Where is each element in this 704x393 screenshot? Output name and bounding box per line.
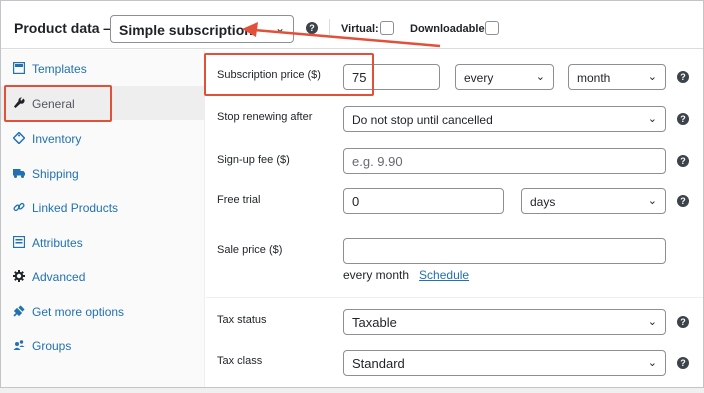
tab-label: Get more options	[32, 305, 125, 319]
tab-get-more-options[interactable]: Get more options	[1, 294, 205, 328]
tab-inventory[interactable]: Inventory	[1, 121, 205, 155]
chevron-down-icon: ⌄	[647, 195, 657, 207]
tax-class-select[interactable]: Standard ⌄	[343, 350, 666, 376]
sale-price-label: Sale price ($)	[217, 244, 283, 256]
section-divider	[206, 297, 703, 298]
tab-shipping[interactable]: Shipping	[1, 156, 205, 190]
tab-label: Advanced	[32, 270, 86, 284]
list-icon	[13, 236, 25, 248]
tax-class-label: Tax class	[217, 355, 263, 367]
billing-period-select[interactable]: month ⌄	[568, 64, 666, 90]
tab-attributes[interactable]: Attributes	[1, 225, 205, 259]
chevron-down-icon: ⌄	[535, 71, 545, 83]
panel-title: Product data —	[14, 20, 118, 36]
annotation-box-subscription-price	[204, 53, 374, 96]
tab-label: Linked Products	[32, 201, 119, 215]
help-icon[interactable]: ?	[677, 357, 689, 369]
chevron-down-icon: ⌄	[647, 316, 657, 328]
tax-status-value: Taxable	[352, 315, 397, 330]
chevron-down-icon: ⌄	[647, 113, 657, 125]
help-icon[interactable]: ?	[677, 316, 689, 328]
stop-renewing-label: Stop renewing after	[217, 111, 313, 123]
downloadable-checkbox[interactable]	[485, 21, 499, 35]
free-trial-period-select[interactable]: days ⌄	[521, 188, 666, 214]
product-type-value: Simple subscription	[119, 22, 253, 38]
help-icon[interactable]: ?	[677, 195, 689, 207]
sale-price-note: every month Schedule	[343, 268, 469, 282]
stop-renewing-select[interactable]: Do not stop until cancelled ⌄	[343, 106, 666, 132]
tab-label: Templates	[32, 62, 87, 76]
tag-icon	[13, 132, 25, 144]
tab-label: Inventory	[32, 132, 82, 146]
truck-icon	[13, 169, 25, 178]
chevron-down-icon: ⌄	[647, 71, 657, 83]
tab-advanced[interactable]: Advanced	[1, 259, 205, 293]
chevron-down-icon: ⌄	[647, 357, 657, 369]
template-icon	[13, 62, 25, 74]
schedule-link[interactable]: Schedule	[419, 268, 469, 282]
help-icon[interactable]: ?	[677, 71, 689, 83]
help-icon[interactable]: ?	[677, 155, 689, 167]
link-icon	[13, 202, 25, 212]
tab-linked-products[interactable]: Linked Products	[1, 190, 205, 224]
sale-price-period-text: every month	[343, 268, 410, 282]
tab-label: Groups	[32, 339, 72, 353]
billing-period-value: month	[577, 71, 611, 85]
signup-fee-placeholder: e.g. 9.90	[352, 154, 403, 169]
tab-templates[interactable]: Templates	[1, 51, 205, 85]
free-trial-value: 0	[352, 194, 360, 209]
tax-status-select[interactable]: Taxable ⌄	[343, 309, 666, 335]
tax-class-value: Standard	[352, 356, 405, 371]
tax-status-label: Tax status	[217, 314, 267, 326]
tab-label: Attributes	[32, 236, 83, 250]
billing-interval-value: every	[464, 71, 494, 85]
signup-fee-input[interactable]: e.g. 9.90	[343, 148, 666, 174]
sale-price-input[interactable]	[343, 238, 666, 264]
signup-fee-label: Sign-up fee ($)	[217, 154, 290, 166]
gear-icon	[13, 270, 25, 282]
annotation-arrow-icon	[242, 22, 441, 48]
tab-label: Shipping	[32, 167, 79, 181]
stop-renewing-value: Do not stop until cancelled	[352, 113, 493, 127]
billing-interval-select[interactable]: every ⌄	[455, 64, 554, 90]
free-trial-input[interactable]: 0	[343, 188, 504, 214]
groups-icon	[13, 340, 25, 350]
free-trial-period-value: days	[530, 195, 556, 209]
plugin-icon	[13, 305, 25, 317]
annotation-box-general-tab	[4, 85, 112, 122]
tab-groups[interactable]: Groups	[1, 328, 205, 362]
free-trial-label: Free trial	[217, 194, 261, 206]
help-icon[interactable]: ?	[677, 113, 689, 125]
